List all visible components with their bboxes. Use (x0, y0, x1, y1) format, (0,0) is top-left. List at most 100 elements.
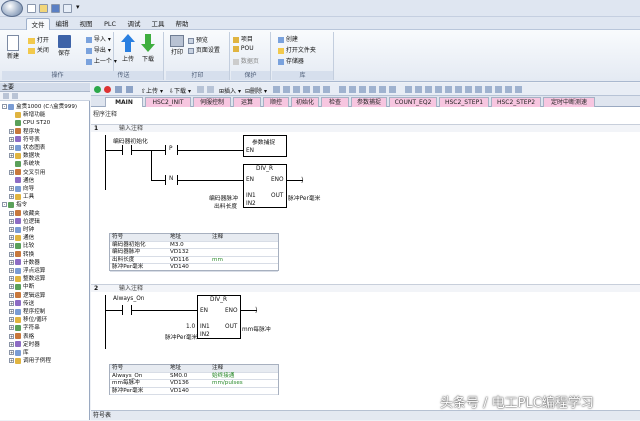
tree-item[interactable]: + 字符串 (9, 324, 40, 332)
tree-item[interactable]: CPU ST20 (9, 119, 50, 127)
tree-item[interactable]: + 浮点运算 (9, 267, 45, 275)
expand-node-icon[interactable]: + (9, 194, 14, 200)
tab-debug[interactable]: 调试 (124, 18, 144, 30)
expand-node-icon[interactable]: + (9, 284, 14, 290)
pou-tab[interactable]: 顺控 (263, 97, 289, 107)
project-protect-button[interactable]: 项目 (233, 34, 253, 43)
run-icon[interactable] (94, 86, 101, 93)
tree-item[interactable]: + 中断 (9, 283, 34, 291)
expand-node-icon[interactable]: + (9, 169, 14, 175)
expand-node-icon[interactable]: + (9, 358, 14, 364)
toolbar-icon-a[interactable] (197, 86, 204, 93)
insert-button[interactable]: ⊞插入 ▾ (219, 86, 241, 95)
expand-node-icon[interactable]: + (9, 317, 14, 323)
pou-tab[interactable]: 检查 (321, 97, 349, 107)
pou-tab[interactable]: 运算 (233, 97, 261, 107)
previous-button[interactable]: 上一个 ▾ (86, 56, 117, 65)
tree-item[interactable]: + 库 (9, 349, 29, 357)
toolbar-icon-b[interactable] (207, 86, 214, 93)
print-button[interactable]: 打印 (169, 35, 185, 56)
expand-node-icon[interactable]: + (9, 276, 14, 282)
collapse-node-icon[interactable]: - (2, 104, 7, 109)
new-button[interactable]: 新建 (5, 35, 21, 60)
save-button[interactable]: 保存 (56, 35, 72, 57)
tree-item[interactable]: + 表格 (9, 333, 34, 341)
network-2-header[interactable]: 2 输入注释 (91, 284, 640, 292)
expand-node-icon[interactable]: + (9, 259, 14, 265)
toolbar-icon-group-2[interactable] (339, 86, 399, 93)
print-icon[interactable] (63, 4, 72, 13)
expand-node-icon[interactable]: + (9, 325, 14, 331)
toolbar-icon-group-3[interactable] (405, 86, 525, 93)
expand-node-icon[interactable]: + (9, 218, 14, 224)
expand-node-icon[interactable]: + (9, 186, 14, 191)
create-library-button[interactable]: 创建 (278, 34, 298, 43)
tree-item[interactable]: + 程序控制 (9, 308, 45, 316)
tree-item[interactable]: + 收藏夹 (9, 210, 40, 218)
tree-item[interactable]: + 调用子例程 (9, 357, 51, 365)
memory-button[interactable]: 存储器 (278, 56, 304, 65)
call-box-capture[interactable]: 参数捕捉 EN (243, 135, 287, 157)
network-1-header[interactable]: 1 输入注释 (91, 124, 640, 132)
save-disk-icon[interactable] (51, 4, 60, 13)
p-contact-left[interactable] (165, 145, 166, 155)
pou-protect-button[interactable]: POU (233, 45, 254, 52)
collapse-icon[interactable] (3, 93, 9, 99)
new-file-icon[interactable] (27, 4, 36, 13)
expand-node-icon[interactable]: + (9, 309, 14, 314)
pou-tab[interactable]: MAIN (105, 97, 143, 107)
upload-button[interactable]: 上传 (120, 34, 136, 63)
pou-tab[interactable]: HSC2_INIT (145, 97, 191, 107)
expand-node-icon[interactable]: + (9, 243, 14, 249)
export-button[interactable]: 导出 ▾ (86, 45, 111, 54)
upload-small-button[interactable]: ⇧上传 ▾ (141, 86, 163, 95)
pou-tab[interactable]: 伺服控制 (193, 97, 231, 107)
expand-node-icon[interactable]: + (9, 227, 14, 232)
tree-item[interactable]: + 交叉引用 (9, 169, 45, 177)
data-page-protect-button[interactable]: 数据页 (233, 56, 259, 65)
tree-item[interactable]: + 程序块 (9, 128, 40, 136)
expand-node-icon[interactable]: + (9, 251, 14, 257)
tree-item[interactable]: + 数据块 (9, 152, 40, 160)
delete-button[interactable]: ⊟删除 ▾ (245, 86, 267, 95)
pou-tab[interactable]: COUNT_EQ2 (389, 97, 437, 107)
expand-node-icon[interactable]: + (9, 136, 14, 142)
expand-node-icon[interactable]: + (9, 341, 14, 347)
collapse-node-icon[interactable]: - (2, 202, 7, 208)
expand-node-icon[interactable]: + (9, 210, 14, 216)
tree-item[interactable]: + 逻辑运算 (9, 292, 45, 300)
open-library-folder-button[interactable]: 打开文件夹 (278, 45, 316, 54)
expand-node-icon[interactable]: + (9, 145, 14, 150)
tree-item[interactable]: + 计数器 (9, 259, 40, 267)
expand-node-icon[interactable]: + (9, 235, 14, 241)
pou-tab[interactable]: 定时中断测速 (543, 97, 595, 107)
expand-node-icon[interactable]: + (9, 128, 14, 134)
contact-left-bar[interactable] (122, 145, 123, 155)
tree-item[interactable]: + 定时器 (9, 341, 40, 349)
pou-tab[interactable]: 初始化 (291, 97, 319, 107)
download-small-button[interactable]: ⇩下载 ▾ (169, 86, 191, 95)
tab-file[interactable]: 文件 (26, 18, 50, 30)
tree-item[interactable]: 新增功能 (9, 111, 45, 119)
expand-node-icon[interactable]: + (9, 292, 14, 298)
expand-node-icon[interactable]: + (9, 350, 14, 355)
tree-item[interactable]: + 转换 (9, 251, 34, 259)
expand-node-icon[interactable]: + (9, 300, 14, 306)
download-button[interactable]: 下载 (140, 34, 156, 63)
quick-access-dropdown-icon[interactable]: ▾ (76, 3, 80, 11)
tree-item[interactable]: + 比较 (9, 242, 34, 250)
pou-tab[interactable]: HSC2_STEP1 (439, 97, 489, 107)
expand-icon[interactable] (12, 93, 18, 99)
tree-item[interactable]: + 时钟 (9, 226, 34, 234)
tree-item[interactable]: 系统块 (9, 160, 40, 168)
tree-item[interactable]: + 向导 (9, 185, 34, 193)
tab-edit[interactable]: 编辑 (52, 18, 72, 30)
n-contact-left[interactable] (165, 175, 166, 185)
pou-tab[interactable]: HSC2_STEP2 (491, 97, 541, 107)
tree-root[interactable]: - 指令 (2, 201, 27, 209)
toolbar-icon-group-1[interactable] (273, 86, 333, 93)
div-r-box-1[interactable]: DIV_R EN ENO IN1 OUT IN2 (243, 164, 287, 208)
tree-item[interactable]: 通信 (9, 177, 34, 185)
pou-tab[interactable]: 参数捕捉 (351, 97, 387, 107)
tree-item[interactable]: + 传送 (9, 300, 34, 308)
